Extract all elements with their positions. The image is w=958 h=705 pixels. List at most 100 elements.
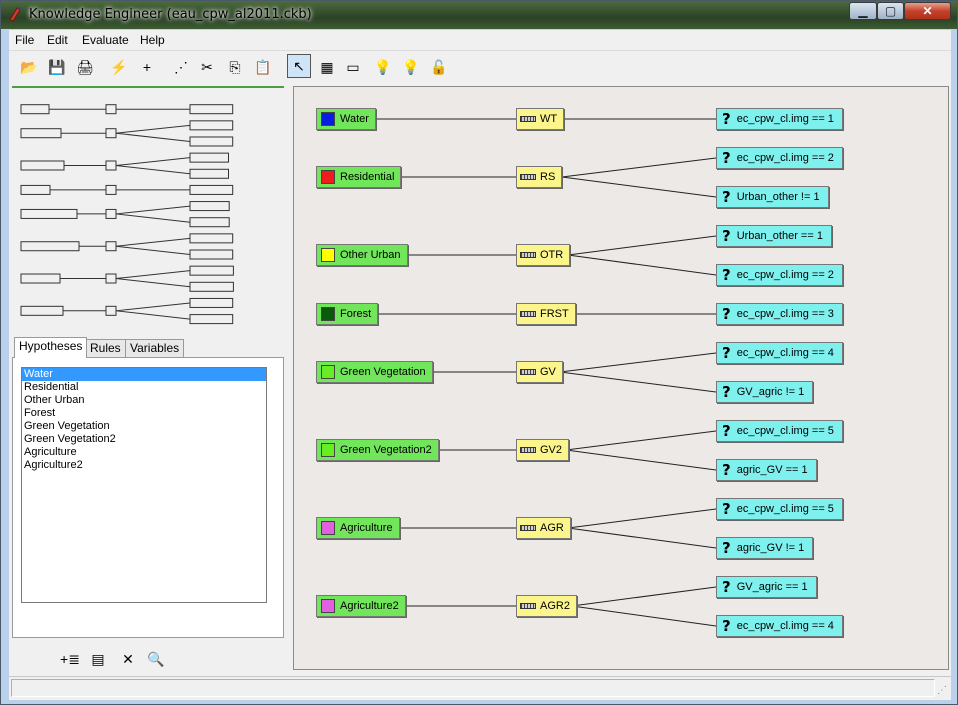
ruler-icon[interactable]: ▭	[343, 57, 363, 77]
condition-label: ec_cpw_cl.img == 4	[736, 620, 834, 632]
condition-node[interactable]: ? ec_cpw_cl.img == 1	[716, 108, 843, 130]
tab-rules[interactable]: Rules	[85, 339, 126, 357]
hypothesis-node[interactable]: Water	[316, 108, 376, 130]
question-icon: ?	[722, 578, 731, 596]
hypothesis-list-item[interactable]: Residential	[22, 381, 266, 394]
hypothesis-list-item[interactable]: Green Vegetation2	[22, 433, 266, 446]
rule-node[interactable]: RS	[516, 166, 563, 188]
condition-node[interactable]: ? ec_cpw_cl.img == 2	[716, 264, 843, 286]
condition-node[interactable]: ? GV_agric != 1	[716, 381, 814, 403]
condition-node[interactable]: ? ec_cpw_cl.img == 2	[716, 147, 843, 169]
paste-icon[interactable]: 📋	[253, 57, 273, 77]
question-icon: ?	[722, 188, 731, 206]
condition-label: Urban_other == 1	[736, 230, 823, 242]
lock-icon[interactable]: 🔓	[429, 57, 449, 77]
condition-node[interactable]: ? Urban_other == 1	[716, 225, 832, 247]
properties-icon[interactable]: ▤	[89, 650, 107, 668]
overview-rule-box	[105, 104, 117, 115]
menu-edit[interactable]: Edit	[47, 33, 68, 47]
menu-evaluate[interactable]: Evaluate	[82, 33, 129, 47]
rule-node[interactable]: WT	[516, 108, 565, 130]
overview-connector	[115, 310, 191, 320]
condition-node[interactable]: ? agric_GV != 1	[716, 537, 814, 559]
open-icon[interactable]: 📂	[19, 57, 39, 77]
condition-node[interactable]: ? GV_agric == 1	[716, 576, 817, 598]
condition-label: ec_cpw_cl.img == 4	[736, 347, 834, 359]
overview-connector	[115, 270, 191, 280]
condition-node[interactable]: ? ec_cpw_cl.img == 4	[716, 615, 843, 637]
hypothesis-list-item[interactable]: Forest	[22, 407, 266, 420]
rule-label: RS	[540, 171, 556, 183]
delete-icon[interactable]: ✕	[119, 650, 137, 668]
hypothesis-color-swatch	[321, 248, 335, 262]
overview-connector	[115, 165, 191, 175]
condition-label: GV_agric != 1	[736, 386, 805, 398]
hypothesis-node[interactable]: Other Urban	[316, 244, 408, 266]
save-icon[interactable]: 💾	[47, 57, 67, 77]
close-button[interactable]: ✕	[904, 2, 951, 20]
menu-file[interactable]: File	[15, 33, 34, 47]
bulb-dark-icon[interactable]: 💡	[401, 57, 421, 77]
question-icon: ?	[722, 305, 731, 323]
hypothesis-node[interactable]: Agriculture2	[316, 595, 406, 617]
resize-grip-icon[interactable]: ⋰	[937, 685, 949, 697]
knowledge-tree-canvas[interactable]: Water WT ? ec_cpw_cl.img == 1 Residential RS?…	[293, 86, 949, 670]
add-icon[interactable]: +	[137, 57, 157, 77]
overview-hypothesis-box	[20, 305, 64, 316]
hypothesis-node[interactable]: Residential	[316, 166, 402, 188]
hypothesis-color-swatch	[321, 170, 335, 184]
rule-node[interactable]: GV	[516, 361, 563, 383]
question-icon: ?	[722, 149, 731, 167]
condition-label: Urban_other != 1	[736, 191, 820, 203]
color-ab-icon[interactable]: ▦	[317, 57, 337, 77]
hypothesis-node[interactable]: Agriculture	[316, 517, 400, 539]
menu-help[interactable]: Help	[140, 33, 165, 47]
cut-icon[interactable]: ✂	[197, 57, 217, 77]
hypothesis-list-item[interactable]: Agriculture	[22, 446, 266, 459]
overview-hypothesis-box	[20, 184, 51, 195]
condition-node[interactable]: ? ec_cpw_cl.img == 5	[716, 420, 843, 442]
hypothesis-list-item[interactable]: Agriculture2	[22, 459, 266, 472]
rule-condition-connector	[567, 254, 717, 276]
hypothesis-node[interactable]: Green Vegetation	[316, 361, 433, 383]
hypothesis-node[interactable]: Forest	[316, 303, 379, 325]
connect-icon[interactable]: ⋰	[171, 57, 191, 77]
overview-connector	[115, 237, 191, 247]
overview-rule-box	[105, 241, 117, 252]
tab-variables[interactable]: Variables	[125, 339, 185, 357]
hypothesis-list-item[interactable]: Other Urban	[22, 394, 266, 407]
overview-rule-box	[105, 208, 117, 219]
minimize-button[interactable]: ▁	[849, 2, 877, 20]
tree-overview[interactable]	[12, 86, 284, 330]
hypothesis-node[interactable]: Green Vegetation2	[316, 439, 439, 461]
tab-hypotheses[interactable]: Hypotheses	[14, 337, 88, 358]
condition-node[interactable]: ? agric_GV == 1	[716, 459, 817, 481]
rule-node[interactable]: AGR	[516, 517, 571, 539]
copy-icon[interactable]: ⎘	[225, 57, 245, 77]
rule-node[interactable]: OTR	[516, 244, 571, 266]
bulb-icon[interactable]: 💡	[373, 57, 393, 77]
condition-node[interactable]: ? Urban_other != 1	[716, 186, 829, 208]
rule-condition-connector	[571, 605, 717, 627]
maximize-button[interactable]: ▢	[877, 2, 904, 20]
hypotheses-listbox[interactable]: Water Residential Other Urban Forest Green V…	[21, 367, 267, 603]
condition-node[interactable]: ? ec_cpw_cl.img == 4	[716, 342, 843, 364]
print-icon[interactable]: 🖨	[75, 57, 95, 77]
run-icon[interactable]: ⚡	[109, 57, 129, 77]
select-arrow-icon[interactable]: ↖	[287, 54, 311, 78]
condition-node[interactable]: ? ec_cpw_cl.img == 5	[716, 498, 843, 520]
question-icon: ?	[722, 110, 731, 128]
hypothesis-list-item[interactable]: Water	[22, 368, 266, 381]
condition-node[interactable]: ? ec_cpw_cl.img == 3	[716, 303, 843, 325]
rule-node[interactable]: FRST	[516, 303, 576, 325]
rule-ruler-icon	[520, 252, 536, 258]
hypothesis-label: Forest	[340, 308, 372, 320]
rule-node[interactable]: AGR2	[516, 595, 577, 617]
title-bar[interactable]: Knowledge Engineer (eau_cpw_al2011.ckb) …	[1, 1, 957, 29]
rule-node[interactable]: GV2	[516, 439, 570, 461]
find-icon[interactable]: 🔍	[147, 650, 165, 668]
question-icon: ?	[722, 383, 731, 401]
hypothesis-list-item[interactable]: Green Vegetation	[22, 420, 266, 433]
hypothesis-label: Agriculture2	[340, 600, 399, 612]
add-rule-icon[interactable]: +≣	[60, 650, 80, 668]
